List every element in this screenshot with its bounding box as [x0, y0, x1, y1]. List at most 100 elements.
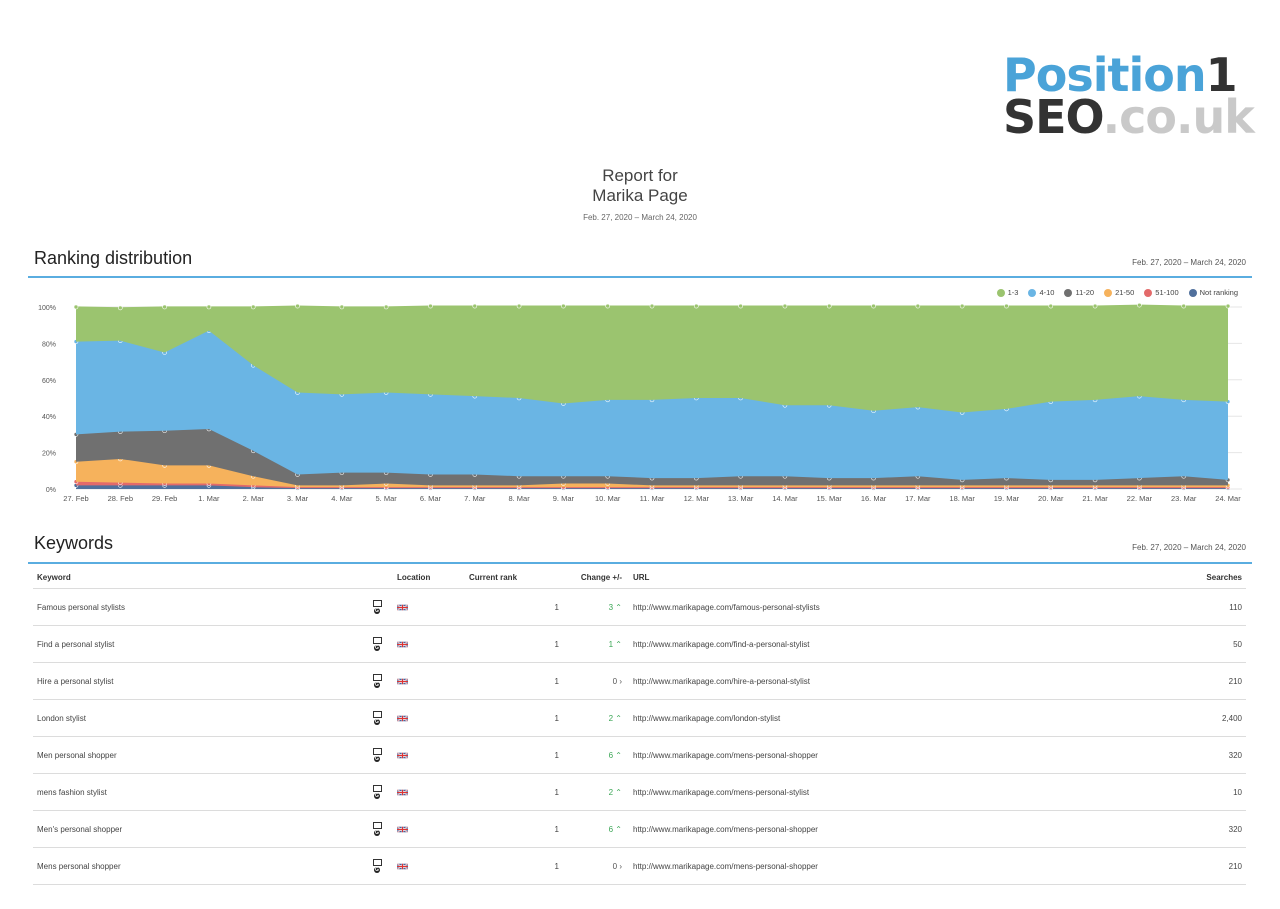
uk-flag-icon	[397, 641, 408, 648]
x-tick-label: 9. Mar	[553, 494, 575, 503]
legend-label: 51-100	[1155, 288, 1179, 297]
desktop-icon	[372, 637, 382, 644]
uk-flag-icon	[397, 863, 408, 870]
url-cell[interactable]: http://www.marikapage.com/london-stylist	[632, 699, 1161, 737]
col-device	[358, 566, 396, 589]
arrow-up-icon: ⌃	[615, 750, 622, 760]
legend-label: 21-50	[1115, 288, 1135, 297]
legend-dot-icon	[1028, 288, 1037, 297]
desktop-icon	[372, 785, 382, 792]
keyword-cell: mens fashion stylist	[33, 773, 358, 811]
data-point	[561, 303, 566, 309]
google-icon: G	[374, 830, 380, 836]
x-tick-label: 4. Mar	[331, 494, 353, 503]
url-cell[interactable]: http://www.marikapage.com/mens-personal-…	[632, 736, 1161, 774]
x-tick-label: 18. Mar	[949, 494, 975, 503]
y-tick-label: 40%	[42, 414, 56, 421]
x-tick-label: 2. Mar	[243, 494, 265, 503]
device-cell: G	[358, 699, 396, 737]
x-tick-label: 6. Mar	[420, 494, 442, 503]
url-cell[interactable]: http://www.marikapage.com/find-a-persona…	[632, 625, 1161, 663]
uk-flag-icon	[397, 604, 408, 611]
searches-cell: 320	[1161, 736, 1246, 774]
data-point	[73, 304, 79, 310]
keyword-cell: Find a personal stylist	[33, 625, 358, 663]
keywords-divider	[28, 562, 1252, 564]
device-cell: G	[358, 736, 396, 774]
col-current-rank: Current rank	[468, 566, 559, 589]
desktop-icon	[372, 674, 382, 681]
change-cell: 2 ⌃	[559, 699, 632, 737]
legend-item[interactable]: 1-3	[996, 288, 1019, 297]
legend-item[interactable]: 11-20	[1064, 288, 1094, 297]
data-point	[959, 303, 965, 309]
table-row: Famous personal stylists G 1 3 ⌃ http://www.…	[33, 588, 1246, 626]
data-point	[162, 304, 167, 310]
url-cell[interactable]: http://www.marikapage.com/mens-personal-…	[632, 773, 1161, 811]
data-point	[206, 304, 212, 310]
report-date-range: Feb. 27, 2020 – March 24, 2020	[583, 213, 697, 222]
legend-item[interactable]: 4-10	[1028, 288, 1054, 297]
uk-flag-icon	[397, 752, 408, 759]
url-cell[interactable]: http://www.marikapage.com/famous-persona…	[632, 588, 1161, 626]
client-name: Marika Page	[592, 186, 688, 205]
change-value: 2	[608, 713, 614, 723]
arrow-up-icon: ⌃	[615, 713, 622, 723]
data-point	[871, 303, 876, 309]
change-value: 1	[608, 639, 614, 649]
legend-dot-icon	[1144, 288, 1153, 297]
x-tick-label: 21. Mar	[1082, 494, 1108, 503]
x-tick-label: 13. Mar	[728, 494, 754, 503]
device-cell: G	[358, 810, 396, 848]
x-tick-label: 3. Mar	[287, 494, 309, 503]
change-cell: 2 ⌃	[559, 773, 632, 811]
data-point	[915, 303, 921, 309]
searches-cell: 320	[1161, 810, 1246, 848]
searches-cell: 10	[1161, 773, 1246, 811]
url-cell[interactable]: http://www.marikapage.com/mens-personal-…	[632, 810, 1161, 848]
y-tick-label: 100%	[38, 305, 56, 312]
x-tick-label: 16. Mar	[861, 494, 887, 503]
logo-domain: .co.uk	[1102, 90, 1255, 144]
arrow-up-icon: ⌃	[615, 824, 622, 834]
x-tick-label: 22. Mar	[1127, 494, 1153, 503]
ranking-distribution-chart: 0% 20% 40% 60% 80% 100% 27. Feb 28. Feb 29. Feb 1…	[38, 302, 1242, 503]
change-cell: 3 ⌃	[559, 588, 632, 626]
table-row: Find a personal stylist G 1 1 ⌃ http://www.m…	[33, 625, 1246, 663]
legend-dot-icon	[1064, 288, 1073, 297]
location-cell	[396, 773, 468, 811]
legend-item[interactable]: 21-50	[1104, 288, 1134, 297]
rank-cell: 1	[468, 588, 559, 626]
table-row: mens fashion stylist G 1 2 ⌃ http://www.mari…	[33, 773, 1246, 811]
legend-label: 1-3	[1007, 288, 1019, 297]
data-point	[383, 304, 389, 310]
change-cell: 1 ⌃	[559, 625, 632, 663]
col-change: Change +/-	[559, 566, 632, 589]
x-tick-label: 28. Feb	[108, 494, 133, 503]
change-cell: 6 ⌃	[559, 736, 632, 774]
table-row: Men's personal shopper G 1 6 ⌃ http://www.ma…	[33, 810, 1246, 848]
change-value: 6	[608, 824, 614, 834]
rank-cell: 1	[468, 625, 559, 663]
x-tick-label: 7. Mar	[464, 494, 486, 503]
legend-item[interactable]: 51-100	[1144, 288, 1179, 297]
searches-cell: 2,400	[1161, 699, 1246, 737]
data-point	[738, 303, 743, 309]
legend-item[interactable]: Not ranking	[1188, 288, 1238, 297]
x-tick-label: 19. Mar	[994, 494, 1020, 503]
data-point	[250, 304, 256, 310]
x-tick-label: 5. Mar	[376, 494, 398, 503]
url-cell[interactable]: http://www.marikapage.com/mens-personal-…	[632, 847, 1161, 885]
x-tick-label: 15. Mar	[817, 494, 843, 503]
url-cell[interactable]: http://www.marikapage.com/hire-a-persona…	[632, 662, 1161, 700]
device-cell: G	[358, 588, 396, 626]
keyword-cell: Men personal shopper	[33, 736, 358, 774]
desktop-icon	[372, 600, 382, 607]
keywords-section-title: Keywords	[34, 533, 114, 553]
x-tick-label: 11. Mar	[640, 494, 665, 503]
col-keyword: Keyword	[33, 566, 358, 589]
legend-dot-icon	[1104, 288, 1113, 297]
arrow-up-icon: ⌃	[615, 602, 622, 612]
desktop-icon	[372, 822, 382, 829]
keywords-date-range: Feb. 27, 2020 – March 24, 2020	[1132, 543, 1246, 552]
